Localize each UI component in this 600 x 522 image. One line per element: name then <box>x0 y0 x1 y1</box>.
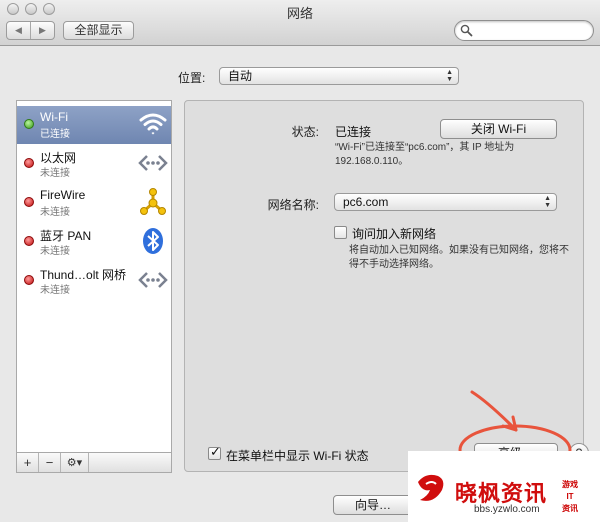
watermark-side-text: 游戏 IT 资讯 <box>556 479 584 515</box>
ask-join-label: 询问加入新网络 <box>352 227 437 241</box>
wifi-details-panel: 状态: 已连接 关闭 Wi-Fi “Wi-Fi”已连接至“pc6.com”，其 … <box>184 100 584 472</box>
watermark-side-line2: IT <box>566 492 574 501</box>
status-description-line1: “Wi-Fi”已连接至“pc6.com”，其 IP 地址为 <box>335 142 515 153</box>
status-dot <box>24 236 34 246</box>
status-description-line2: 192.168.0.110。 <box>335 156 409 167</box>
service-item-firewire[interactable]: FireWire 未连接 <box>17 184 171 222</box>
network-name-label: 网络名称: <box>267 198 319 212</box>
ask-join-description-line1: 将自动加入已知网络。如果没有已知网络，您将不 <box>349 245 569 256</box>
firewire-icon <box>140 188 166 215</box>
status-dot <box>24 119 34 129</box>
status-dot <box>24 158 34 168</box>
gear-menu-button[interactable]: ⚙▾ <box>61 453 89 472</box>
service-item-ethernet[interactable]: 以太网 未连接 <box>17 145 171 183</box>
service-status: 未连接 <box>40 168 70 179</box>
service-item-thunderbolt-bridge[interactable]: Thund…olt 网桥 未连接 <box>17 262 171 300</box>
ask-join-description-line2: 得不手动选择网络。 <box>349 259 439 270</box>
service-status: 未连接 <box>40 246 70 257</box>
show-menubar-checkbox[interactable]: ✓ <box>208 444 221 460</box>
service-status: 未连接 <box>40 285 70 296</box>
location-label: 位置: <box>178 71 206 85</box>
search-input[interactable] <box>454 20 594 41</box>
service-name: Wi-Fi <box>40 110 68 124</box>
watermark-url: bbs.yzwlo.com <box>474 504 540 515</box>
service-list: Wi-Fi 已连接 以太网 未连接 FireWire 未连接 蓝牙 PAN 未连… <box>16 100 172 453</box>
status-value: 已连接 <box>335 125 372 139</box>
ethernet-icon <box>138 155 168 171</box>
service-status: 未连接 <box>40 207 70 218</box>
status-dot <box>24 275 34 285</box>
window-titlebar: 网络 ◀ ▶ 全部显示 <box>0 0 600 46</box>
popup-arrows-icon: ▲ ▼ <box>446 69 453 83</box>
service-name: FireWire <box>40 188 86 202</box>
back-button[interactable]: ◀ <box>7 22 30 39</box>
service-status: 已连接 <box>40 129 70 140</box>
watermark-side-line1: 游戏 <box>562 480 578 489</box>
network-name-popup[interactable]: pc6.com ▲ ▼ <box>334 193 557 211</box>
service-item-wifi[interactable]: Wi-Fi 已连接 <box>17 106 171 144</box>
assistant-button[interactable]: 向导… <box>333 495 413 515</box>
location-popup[interactable]: 自动 ▲ ▼ <box>219 67 459 85</box>
show-menubar-label: 在菜单栏中显示 Wi-Fi 状态 <box>226 449 369 463</box>
remove-service-button[interactable]: − <box>39 453 61 472</box>
popup-arrows-icon: ▲ ▼ <box>544 195 551 209</box>
service-item-bluetooth-pan[interactable]: 蓝牙 PAN 未连接 <box>17 223 171 261</box>
ask-join-checkbox[interactable] <box>334 226 347 239</box>
nav-button-group: ◀ ▶ <box>6 21 55 40</box>
forward-arrow-icon: ▶ <box>39 25 46 35</box>
location-value: 自动 <box>228 69 253 83</box>
watermark-logo-icon <box>418 474 444 501</box>
thunderbolt-bridge-icon <box>138 272 168 288</box>
bluetooth-icon <box>143 228 163 254</box>
wifi-icon <box>139 113 167 135</box>
show-all-button[interactable]: 全部显示 <box>63 21 134 40</box>
network-name-value: pc6.com <box>343 195 389 209</box>
status-dot <box>24 197 34 207</box>
add-service-button[interactable]: + <box>17 453 39 472</box>
back-arrow-icon: ◀ <box>15 25 22 35</box>
service-list-toolbar: + − ⚙▾ <box>16 453 172 473</box>
forward-button[interactable]: ▶ <box>30 22 54 39</box>
search-icon <box>460 24 473 37</box>
turn-off-wifi-button[interactable]: 关闭 Wi-Fi <box>440 119 557 139</box>
checkmark-icon: ✓ <box>210 444 221 459</box>
status-label: 状态: <box>291 125 319 139</box>
watermark-side-line3: 资讯 <box>562 504 578 513</box>
